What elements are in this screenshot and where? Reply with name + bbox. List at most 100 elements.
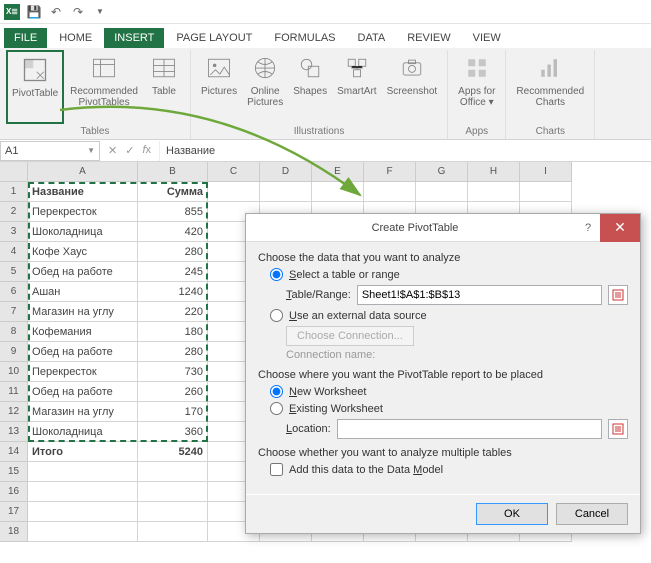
cell[interactable]: Кофе Хаус	[28, 242, 138, 262]
tab-view[interactable]: VIEW	[463, 28, 511, 48]
col-header-i[interactable]: I	[520, 162, 572, 182]
collapse-dialog-icon[interactable]	[608, 285, 628, 305]
cell[interactable]: Перекресток	[28, 362, 138, 382]
tab-review[interactable]: REVIEW	[397, 28, 460, 48]
cell[interactable]	[138, 462, 208, 482]
table-range-input[interactable]	[357, 285, 602, 305]
row-header[interactable]: 15	[0, 462, 28, 482]
cell[interactable]: Обед на работе	[28, 382, 138, 402]
col-header-g[interactable]: G	[416, 162, 468, 182]
recommended-charts-button[interactable]: Recommended Charts	[512, 50, 588, 124]
external-source-label[interactable]: Use an external data source	[289, 310, 427, 322]
dialog-titlebar[interactable]: Create PivotTable ? ✕	[246, 214, 640, 242]
existing-worksheet-label[interactable]: Existing Worksheet	[289, 403, 383, 415]
row-header[interactable]: 2	[0, 202, 28, 222]
formula-input[interactable]: Название	[159, 141, 651, 161]
cell[interactable]: 1240	[138, 282, 208, 302]
row-header[interactable]: 14	[0, 442, 28, 462]
enter-formula-icon[interactable]: ✓	[125, 144, 134, 157]
cell[interactable]: Перекресток	[28, 202, 138, 222]
tab-data[interactable]: DATA	[348, 28, 396, 48]
cell[interactable]: 170	[138, 402, 208, 422]
cell[interactable]	[138, 482, 208, 502]
table-button[interactable]: Table	[144, 50, 184, 124]
help-icon[interactable]: ?	[576, 216, 600, 240]
add-data-model-checkbox[interactable]	[270, 463, 283, 476]
add-data-model-label[interactable]: Add this data to the Data Model	[289, 464, 443, 476]
save-icon[interactable]: 💾	[26, 4, 42, 20]
cell[interactable]: Кофемания	[28, 322, 138, 342]
new-worksheet-radio[interactable]	[270, 385, 283, 398]
ok-button[interactable]: OK	[476, 503, 548, 525]
col-header-a[interactable]: A	[28, 162, 138, 182]
close-icon[interactable]: ✕	[600, 214, 640, 242]
cell[interactable]	[416, 182, 468, 202]
cell[interactable]	[138, 502, 208, 522]
collapse-dialog-icon-2[interactable]	[608, 419, 628, 439]
undo-icon[interactable]: ↶	[48, 4, 64, 20]
col-header-e[interactable]: E	[312, 162, 364, 182]
cell[interactable]: Магазин на углу	[28, 302, 138, 322]
cell[interactable]: 280	[138, 242, 208, 262]
col-header-b[interactable]: B	[138, 162, 208, 182]
cell[interactable]	[468, 182, 520, 202]
cell[interactable]	[138, 522, 208, 542]
cell[interactable]	[520, 182, 572, 202]
namebox-dropdown-icon[interactable]: ▼	[87, 146, 95, 155]
cell[interactable]: 220	[138, 302, 208, 322]
cell[interactable]: Шоколадница	[28, 422, 138, 442]
cell[interactable]	[364, 182, 416, 202]
pivottable-button[interactable]: PivotTable	[6, 50, 64, 124]
cell[interactable]	[260, 182, 312, 202]
apps-for-office-button[interactable]: Apps for Office ▾	[454, 50, 499, 124]
cell[interactable]: 730	[138, 362, 208, 382]
screenshot-button[interactable]: Screenshot	[383, 50, 442, 124]
location-input[interactable]	[337, 419, 602, 439]
row-header[interactable]: 3	[0, 222, 28, 242]
cell[interactable]: Обед на работе	[28, 262, 138, 282]
cell[interactable]	[28, 502, 138, 522]
cell[interactable]: 260	[138, 382, 208, 402]
col-header-d[interactable]: D	[260, 162, 312, 182]
pictures-button[interactable]: Pictures	[197, 50, 241, 124]
row-header[interactable]: 5	[0, 262, 28, 282]
cell[interactable]: 280	[138, 342, 208, 362]
cell[interactable]	[312, 182, 364, 202]
cell[interactable]: Шоколадница	[28, 222, 138, 242]
col-header-f[interactable]: F	[364, 162, 416, 182]
external-source-radio[interactable]	[270, 309, 283, 322]
cell[interactable]: 855	[138, 202, 208, 222]
tab-formulas[interactable]: FORMULAS	[264, 28, 345, 48]
cell[interactable]: 245	[138, 262, 208, 282]
cell[interactable]: Название	[28, 182, 138, 202]
cell[interactable]: 360	[138, 422, 208, 442]
new-worksheet-label[interactable]: New Worksheet	[289, 386, 366, 398]
online-pictures-button[interactable]: Online Pictures	[243, 50, 287, 124]
row-header[interactable]: 11	[0, 382, 28, 402]
cell[interactable]	[28, 462, 138, 482]
tab-insert[interactable]: INSERT	[104, 28, 164, 48]
cell[interactable]	[28, 482, 138, 502]
col-header-h[interactable]: H	[468, 162, 520, 182]
row-header[interactable]: 17	[0, 502, 28, 522]
smartart-button[interactable]: SmartArt	[333, 50, 380, 124]
qat-customize-icon[interactable]: ▼	[92, 4, 108, 20]
tab-page-layout[interactable]: PAGE LAYOUT	[166, 28, 262, 48]
tab-home[interactable]: HOME	[49, 28, 102, 48]
cell[interactable]: Ашан	[28, 282, 138, 302]
row-header[interactable]: 4	[0, 242, 28, 262]
cancel-button[interactable]: Cancel	[556, 503, 628, 525]
name-box[interactable]: A1▼	[0, 141, 100, 161]
row-header[interactable]: 7	[0, 302, 28, 322]
row-header[interactable]: 1	[0, 182, 28, 202]
cell[interactable]: 5240	[138, 442, 208, 462]
redo-icon[interactable]: ↷	[70, 4, 86, 20]
select-range-radio[interactable]	[270, 268, 283, 281]
cell[interactable]: Магазин на углу	[28, 402, 138, 422]
tab-file[interactable]: FILE	[4, 28, 47, 48]
row-header[interactable]: 10	[0, 362, 28, 382]
cell[interactable]: Обед на работе	[28, 342, 138, 362]
select-all-corner[interactable]	[0, 162, 28, 182]
cell[interactable]: 180	[138, 322, 208, 342]
row-header[interactable]: 9	[0, 342, 28, 362]
